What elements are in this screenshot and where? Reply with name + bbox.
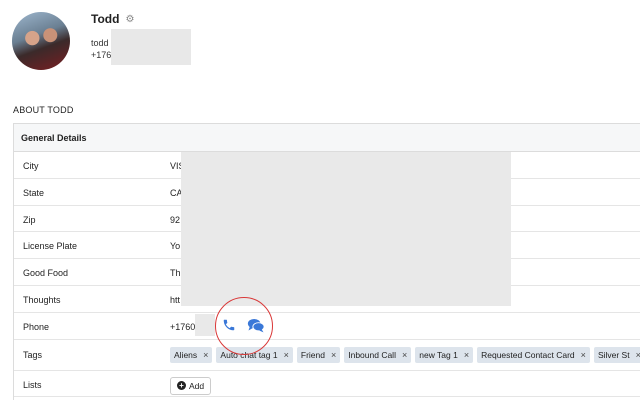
remove-tag-icon[interactable]: × xyxy=(464,350,469,360)
field-value: +1760 xyxy=(170,321,196,332)
tag-label: Friend xyxy=(300,349,325,360)
tag-chip[interactable]: Aliens × xyxy=(170,346,213,363)
field-label: Phone xyxy=(23,321,50,332)
tag-label: new Tag 1 xyxy=(419,349,458,360)
plus-icon: + xyxy=(177,381,186,391)
field-row-phone: Phone +1760 xyxy=(14,313,640,340)
remove-tag-icon[interactable]: × xyxy=(203,350,208,360)
avatar xyxy=(12,12,70,70)
field-label: License Plate xyxy=(23,241,78,252)
tag-chip[interactable]: Requested Contact Card × xyxy=(477,346,590,363)
redaction-block xyxy=(181,152,511,306)
field-label: Good Food xyxy=(23,268,69,279)
chat-icon[interactable] xyxy=(247,318,265,333)
redaction-block xyxy=(111,29,191,65)
tag-chip[interactable]: Inbound Call × xyxy=(344,346,412,363)
contact-phone: +176 xyxy=(91,50,112,60)
remove-tag-icon[interactable]: × xyxy=(284,350,289,360)
add-label: Add xyxy=(189,380,205,391)
field-label: City xyxy=(23,161,39,171)
contact-email: todd xyxy=(91,38,109,48)
add-list-button[interactable]: + Add xyxy=(170,376,212,395)
tag-chip[interactable]: Friend × xyxy=(296,346,341,363)
field-label: Thoughts xyxy=(23,294,61,305)
remove-tag-icon[interactable]: × xyxy=(636,350,640,360)
panel-title: General Details xyxy=(14,124,640,152)
gear-icon[interactable]: ⚙ xyxy=(125,14,134,25)
tag-label: Silver St xyxy=(597,349,630,360)
contact-name: Todd xyxy=(91,12,120,26)
tag-label: Aliens xyxy=(174,349,198,360)
field-label: Tags xyxy=(23,349,43,360)
remove-tag-icon[interactable]: × xyxy=(402,350,407,360)
tag-label: Inbound Call xyxy=(348,349,396,360)
field-row-lists: Lists + Add xyxy=(14,371,640,398)
field-label: State xyxy=(23,187,45,198)
contact-header: Todd ⚙ xyxy=(91,12,134,26)
field-label: Zip xyxy=(23,214,36,225)
field-row-tags: Tags Aliens × Auto chat tag 1 × Friend × In… xyxy=(14,340,640,371)
remove-tag-icon[interactable]: × xyxy=(581,350,586,360)
field-label: Lists xyxy=(23,379,42,390)
redaction-block xyxy=(195,314,215,336)
section-title: ABOUT TODD xyxy=(13,105,74,115)
field-value: Yo xyxy=(170,241,181,252)
tag-label: Requested Contact Card xyxy=(481,349,575,360)
remove-tag-icon[interactable]: × xyxy=(331,350,336,360)
tag-chip[interactable]: Silver St × xyxy=(593,346,640,363)
field-value: 92 xyxy=(170,214,181,225)
field-value: Th xyxy=(170,268,181,279)
field-value: htt xyxy=(170,294,181,305)
tag-chip[interactable]: new Tag 1 × xyxy=(415,346,474,363)
phone-icon[interactable] xyxy=(222,318,236,332)
